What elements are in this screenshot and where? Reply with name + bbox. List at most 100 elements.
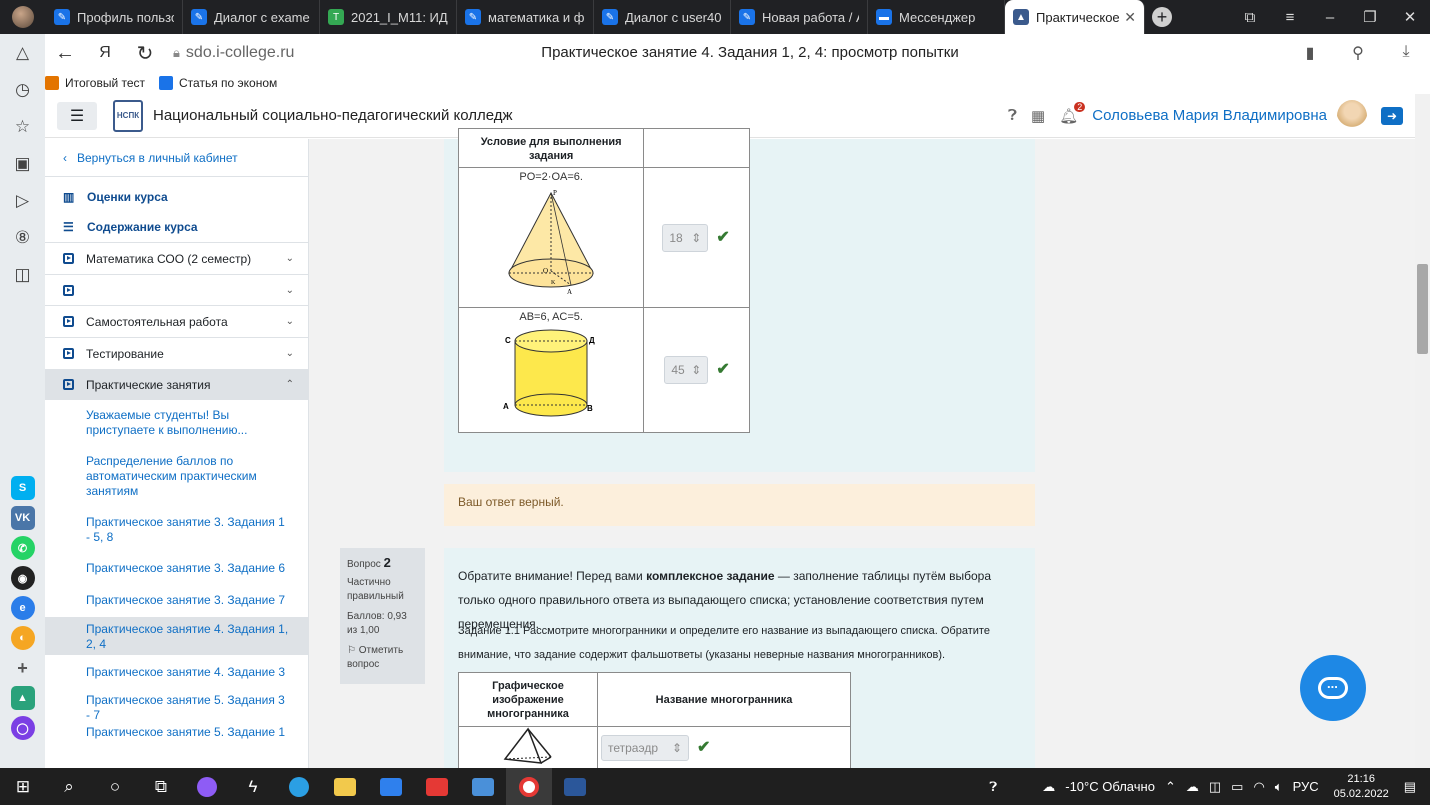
favorites-icon[interactable]: ☆ [0,108,45,145]
activity-link[interactable]: Практическое занятие 4. Задание 3 [45,655,308,687]
battery-icon[interactable]: ▭ [1231,779,1243,795]
alice-assistant-icon[interactable]: ◯ [10,716,35,740]
camera-icon[interactable]: ◫ [0,256,45,293]
minimize-icon[interactable]: – [1310,0,1350,34]
drawer-toggle-button[interactable]: ☰ [57,101,97,130]
purple-app-icon[interactable] [184,768,230,805]
collections-icon[interactable]: ▣ [0,145,45,182]
bookmark-item[interactable]: Итоговый тест [45,76,145,90]
grades-link[interactable]: ▥ Оценки курса [45,181,308,212]
play-icon[interactable]: ▷ [0,182,45,219]
browser-tab[interactable]: ✎ Диалог с user405 [594,0,731,34]
orange-app-icon[interactable]: ◐ [10,626,35,650]
flag-question-link[interactable]: ⚐ Отметить вопрос [347,644,418,672]
section-item[interactable]: ⌄ [45,275,308,306]
skype-icon[interactable]: S [10,476,35,500]
reload-icon[interactable]: ↻ [125,41,165,66]
activity-link[interactable]: Практическое занятие 3. Задание 7 [45,593,308,617]
volume-icon[interactable]: 🔈︎ [1275,779,1283,795]
browser-profile-avatar[interactable] [0,0,46,34]
answer-select[interactable]: 45 ⇕ [664,356,709,384]
help-tray-icon[interactable]: ❓︎ [989,779,997,795]
extensions-icon[interactable]: ⚲ [1334,43,1382,63]
user-menu[interactable]: Соловьева Мария Владимировна [1092,107,1327,124]
back-to-dashboard-link[interactable]: ‹ Вернуться в личный кабинет [45,139,308,177]
browser-tab[interactable]: ✎ математика и фи [457,0,594,34]
activity-link[interactable]: Распределение баллов по автоматическим п… [45,454,308,515]
whatsapp-icon[interactable]: ✆ [10,536,35,560]
chat-widget-button[interactable] [1300,655,1366,721]
section-item[interactable]: Тестирование ⌄ [45,338,308,370]
help-icon[interactable]: ❓︎ [1008,107,1017,124]
logout-icon[interactable]: ➜ [1381,106,1403,125]
answer-select[interactable]: тетраэдр ⇕ [601,735,689,761]
back-icon[interactable]: ← [45,42,85,65]
activity-link[interactable]: Практическое занятие 5. Задание 1 [45,719,308,751]
activity-link[interactable]: Практическое занятие 3. Задание 6 [45,561,308,593]
section-item[interactable]: Математика СОО (2 семестр) ⌄ [45,243,308,275]
history-icon[interactable]: ◷ [0,71,45,108]
browser-tab[interactable]: ✎ Профиль пользо [46,0,183,34]
alice-icon[interactable]: △ [0,34,45,71]
bookmark-icon[interactable]: ▮ [1286,43,1334,63]
photos-icon[interactable] [460,768,506,805]
wifi-icon[interactable]: ◠ [1253,779,1264,795]
page-scrollbar[interactable] [1415,94,1430,768]
browser-tab[interactable]: ✎ Новая работа / А [731,0,868,34]
vk-icon[interactable]: VK [10,506,35,530]
apps-icon[interactable]: ⑧ [0,219,45,256]
weather-text[interactable]: -10°C Облачно [1065,779,1155,794]
gallery-icon[interactable]: ▲ [10,686,35,710]
notification-bell-icon[interactable]: 🔔︎ 2 [1059,101,1086,125]
edge-app-icon[interactable]: e [10,596,35,620]
answer-select[interactable]: 18 ⇕ [662,223,709,252]
file-explorer-icon[interactable] [322,768,368,805]
tab-collections-icon[interactable]: ⧉ [1230,0,1270,34]
windows-start-icon[interactable]: ⊞ [0,768,46,805]
user-avatar[interactable] [1337,99,1367,132]
clock[interactable]: 21:16 05.02.2022 [1334,772,1389,802]
close-tab-icon[interactable]: ✕ [1124,9,1136,26]
browser-tab[interactable]: T 2021_I_М11: ИДЗ [320,0,457,34]
activity-link[interactable]: Уважаемые студенты! Вы приступаете к вып… [45,408,308,454]
recorder-icon[interactable]: ◉ [10,566,35,590]
task-view-icon[interactable]: ⧉ [138,768,184,805]
new-tab-button[interactable]: + [1145,0,1179,34]
activity-link[interactable]: Практическое занятие 5. Задания 3 - 7 [45,687,308,722]
browser-tab[interactable]: ✎ Диалог с exame [183,0,320,34]
scrollbar-thumb[interactable] [1417,264,1428,354]
section-item[interactable]: Самостоятельная работа ⌄ [45,306,308,338]
course-drawer: ‹ Вернуться в личный кабинет ▥ Оценки курс… [45,139,309,768]
browser-tab-active[interactable]: ▲ Практическое ✕ [1005,0,1145,34]
notifications-icon[interactable]: ▤ [1404,779,1416,795]
browser-tab[interactable]: ▬ Мессенджер [868,0,1005,34]
calendar-icon[interactable]: ▦ [1031,107,1045,125]
cloud-tray-icon[interactable]: ☁ [1186,779,1199,795]
bolt-app-icon[interactable]: ϟ [230,768,276,805]
activity-link[interactable]: Практическое занятие 3. Задания 1 - 5, 8 [45,515,308,561]
close-window-icon[interactable]: ✕ [1390,0,1430,34]
site-name[interactable]: Национальный социально-педагогический ко… [153,107,513,124]
download-icon[interactable]: ⤓ [1382,43,1430,63]
cortana-icon[interactable]: ○ [92,768,138,805]
edge-icon[interactable] [276,768,322,805]
yandex-browser-icon[interactable] [506,768,552,805]
bookmark-item[interactable]: Статья по эконом [159,76,277,90]
restore-icon[interactable]: ❐ [1350,0,1390,34]
chevron-up-icon[interactable]: ⌃ [1165,779,1176,795]
college-logo[interactable]: НСПК [113,99,143,132]
section-item-active[interactable]: Практические занятия ⌃ [45,370,308,400]
url-field[interactable]: 🔒︎ sdo.i-college.ru [173,44,294,62]
yandex-app-icon[interactable] [414,768,460,805]
word-icon[interactable] [552,768,598,805]
menu-icon[interactable]: ≡ [1270,0,1310,34]
search-icon[interactable]: ⌕ [46,768,92,805]
language-indicator[interactable]: РУС [1293,779,1319,794]
activity-link-active[interactable]: Практическое занятие 4. Задания 1, 2, 4 [45,617,308,655]
tab-label: Диалог с user405 [625,9,722,25]
yandex-icon[interactable]: Я [85,44,125,62]
add-app-icon[interactable]: + [11,656,35,680]
mail-icon[interactable] [368,768,414,805]
contents-link[interactable]: ☰ Содержание курса [45,212,308,243]
network-icon[interactable]: ◫ [1209,779,1221,795]
